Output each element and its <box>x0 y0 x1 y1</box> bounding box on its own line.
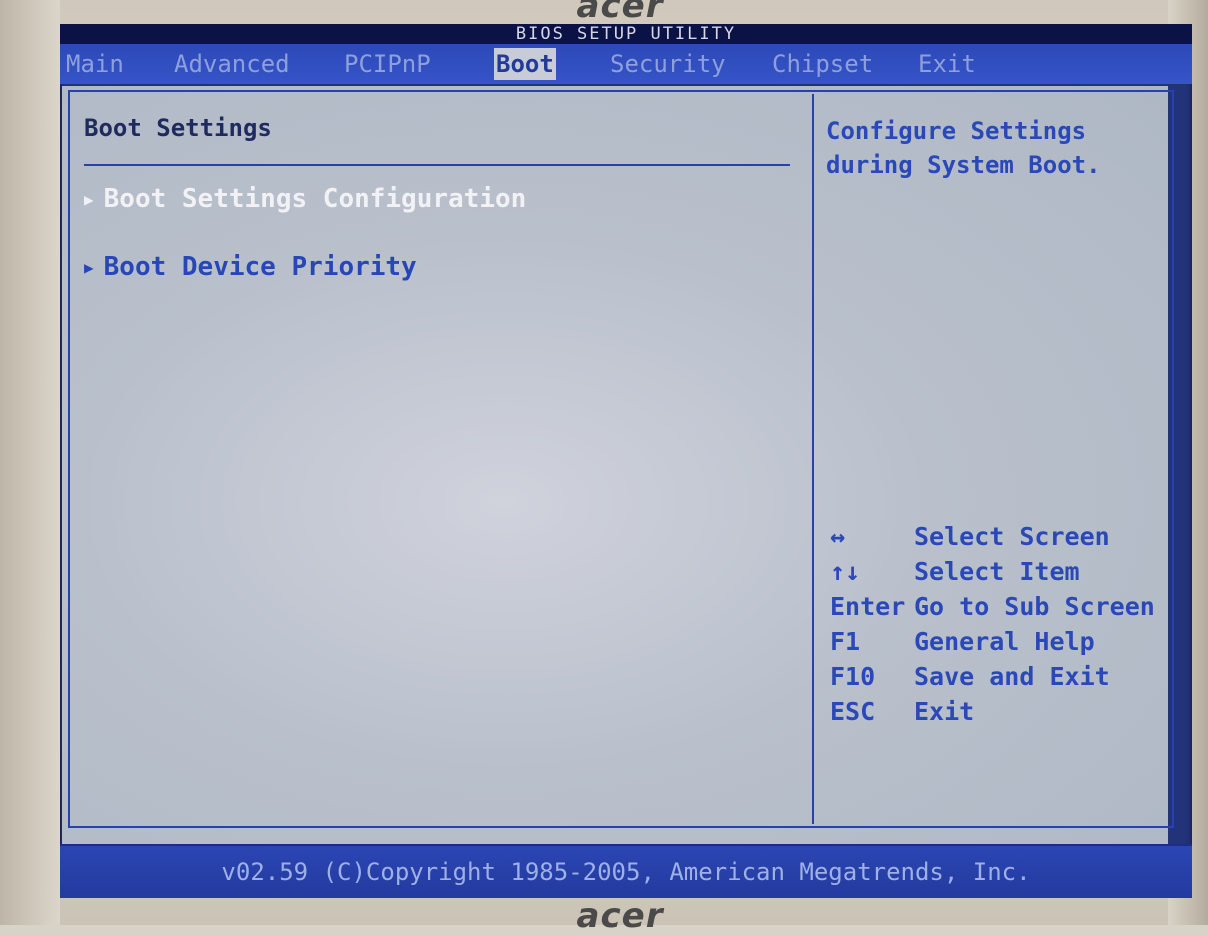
menu-item-boot-device-priority[interactable]: ▶ Boot Device Priority <box>84 252 417 282</box>
help-text: Configure Settings during System Boot. <box>826 117 1101 179</box>
brand-logo-top: acer <box>576 0 664 26</box>
triangle-right-icon: ▶ <box>84 258 94 277</box>
key-label: F1 <box>830 627 861 656</box>
menu-item-boot-settings-configuration[interactable]: ▶ Boot Settings Configuration <box>84 184 526 214</box>
key-action: Go to Sub Screen <box>914 592 1155 621</box>
menu-item-label: Boot Device Priority <box>103 252 417 282</box>
menu-bar: Main Advanced PCIPnP Boot Security Chips… <box>60 44 1192 84</box>
key-label: F10 <box>830 662 876 691</box>
tab-chipset[interactable]: Chipset <box>770 48 875 80</box>
bios-screen: BIOS SETUP UTILITY Main Advanced PCIPnP … <box>60 24 1192 898</box>
key-row: Enter Go to Sub Screen <box>830 592 1155 627</box>
key-legend: ↔ Select Screen ↑↓ Select Item Enter Go to … <box>830 522 1155 732</box>
key-label: ESC <box>830 697 876 726</box>
section-divider <box>84 164 790 166</box>
key-action: Select Screen <box>914 522 1110 551</box>
tab-boot[interactable]: Boot <box>494 48 556 80</box>
key-row: F1 General Help <box>830 627 1155 662</box>
tab-pcipnp[interactable]: PCIPnP <box>342 48 433 80</box>
section-title: Boot Settings <box>84 114 272 142</box>
key-row: ↑↓ Select Item <box>830 557 1155 592</box>
brand-logo-bottom: acer <box>576 896 664 936</box>
key-label: Enter <box>830 592 906 621</box>
copyright-footer: v02.59 (C)Copyright 1985-2005, American … <box>60 844 1192 898</box>
tab-security[interactable]: Security <box>608 48 728 80</box>
tab-main[interactable]: Main <box>64 48 126 80</box>
key-label: ↑↓ <box>830 557 861 586</box>
key-row: F10 Save and Exit <box>830 662 1155 697</box>
help-divider <box>812 94 814 824</box>
bezel-left <box>0 0 60 925</box>
key-row: ESC Exit <box>830 697 1155 732</box>
tab-advanced[interactable]: Advanced <box>172 48 292 80</box>
key-action: General Help <box>914 627 1095 656</box>
key-action: Save and Exit <box>914 662 1110 691</box>
menu-item-label: Boot Settings Configuration <box>103 184 527 214</box>
tab-exit[interactable]: Exit <box>916 48 978 80</box>
key-label: ↔ <box>830 522 846 551</box>
triangle-right-icon: ▶ <box>84 190 94 209</box>
bios-title: BIOS SETUP UTILITY <box>60 24 1192 44</box>
key-action: Select Item <box>914 557 1080 586</box>
key-row: ↔ Select Screen <box>830 522 1155 557</box>
key-action: Exit <box>914 697 975 726</box>
